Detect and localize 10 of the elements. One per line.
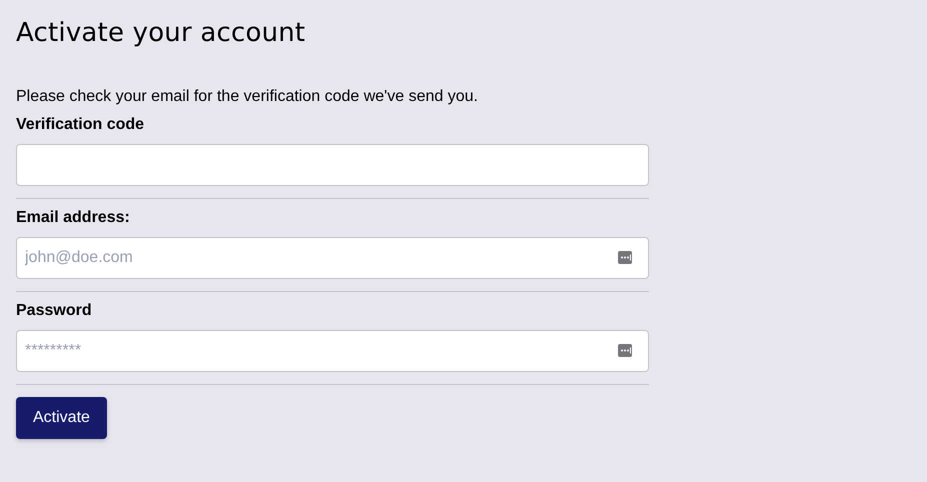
instruction-text: Please check your email for the verification code we've send you. [16,88,479,106]
autofill-key-icon[interactable] [618,344,633,357]
field-label: Email address: [16,209,131,227]
field-label: Password [16,302,93,320]
activate-button[interactable]: Activate [16,397,107,439]
page-title: Activate your account [16,17,306,48]
input-field[interactable]: ********* [16,330,649,372]
field-label: Verification code [16,116,146,134]
autofill-key-icon[interactable] [618,251,633,264]
input-field[interactable] [16,144,649,186]
